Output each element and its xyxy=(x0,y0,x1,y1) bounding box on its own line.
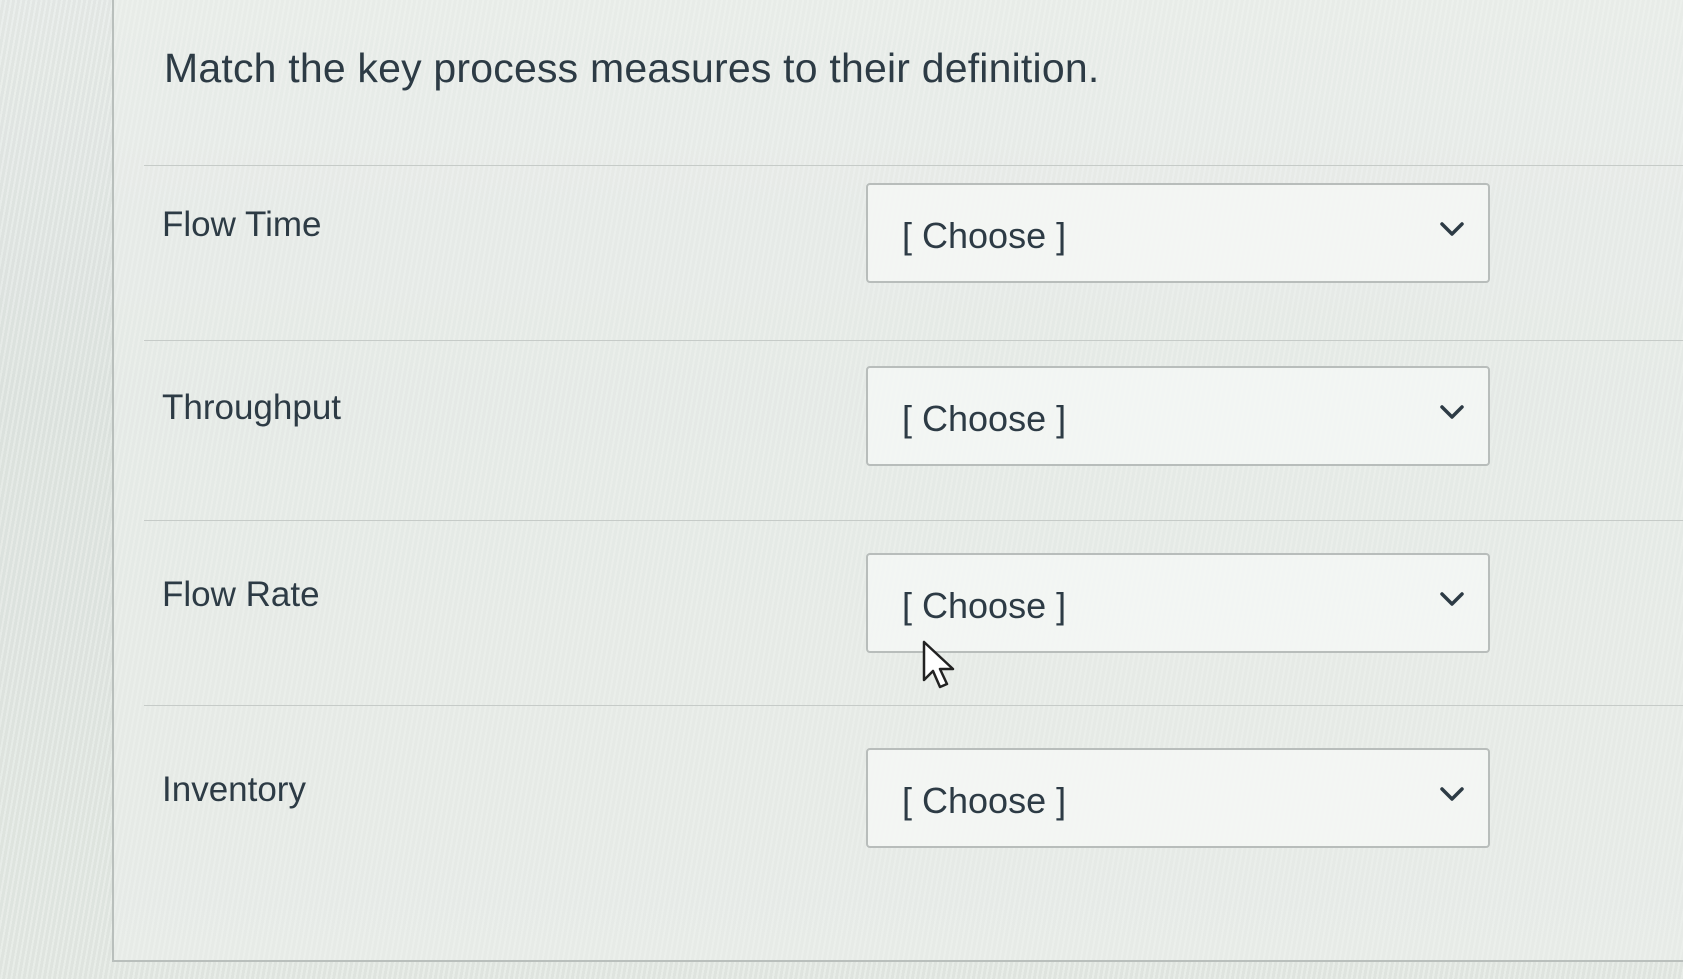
question-title: Match the key process measures to their … xyxy=(164,45,1100,91)
divider xyxy=(144,340,1683,341)
answer-select[interactable]: [ Choose ] xyxy=(866,748,1490,848)
chevron-down-icon xyxy=(1440,592,1464,606)
divider xyxy=(144,165,1683,166)
match-row-throughput: Throughput [ Choose ] xyxy=(114,358,1683,468)
match-row-inventory: Inventory [ Choose ] xyxy=(114,740,1683,850)
question-card: Match the key process measures to their … xyxy=(112,0,1683,962)
answer-select[interactable]: [ Choose ] xyxy=(866,183,1490,283)
select-value: [ Choose ] xyxy=(902,398,1067,439)
select-value: [ Choose ] xyxy=(902,585,1067,626)
chevron-down-icon xyxy=(1440,405,1464,419)
term-label: Inventory xyxy=(162,770,306,809)
mouse-pointer-icon xyxy=(922,640,955,689)
match-row-flow-rate: Flow Rate [ Choose ] xyxy=(114,545,1683,655)
answer-select[interactable]: [ Choose ] xyxy=(866,553,1490,653)
divider xyxy=(144,520,1683,521)
select-value: [ Choose ] xyxy=(902,780,1067,821)
term-label: Flow Rate xyxy=(162,575,320,614)
term-label: Flow Time xyxy=(162,205,322,244)
chevron-down-icon xyxy=(1440,222,1464,236)
select-value: [ Choose ] xyxy=(902,215,1067,256)
chevron-down-icon xyxy=(1440,787,1464,801)
answer-select[interactable]: [ Choose ] xyxy=(866,366,1490,466)
divider xyxy=(144,705,1683,706)
term-label: Throughput xyxy=(162,388,342,427)
match-row-flow-time: Flow Time [ Choose ] xyxy=(114,175,1683,285)
